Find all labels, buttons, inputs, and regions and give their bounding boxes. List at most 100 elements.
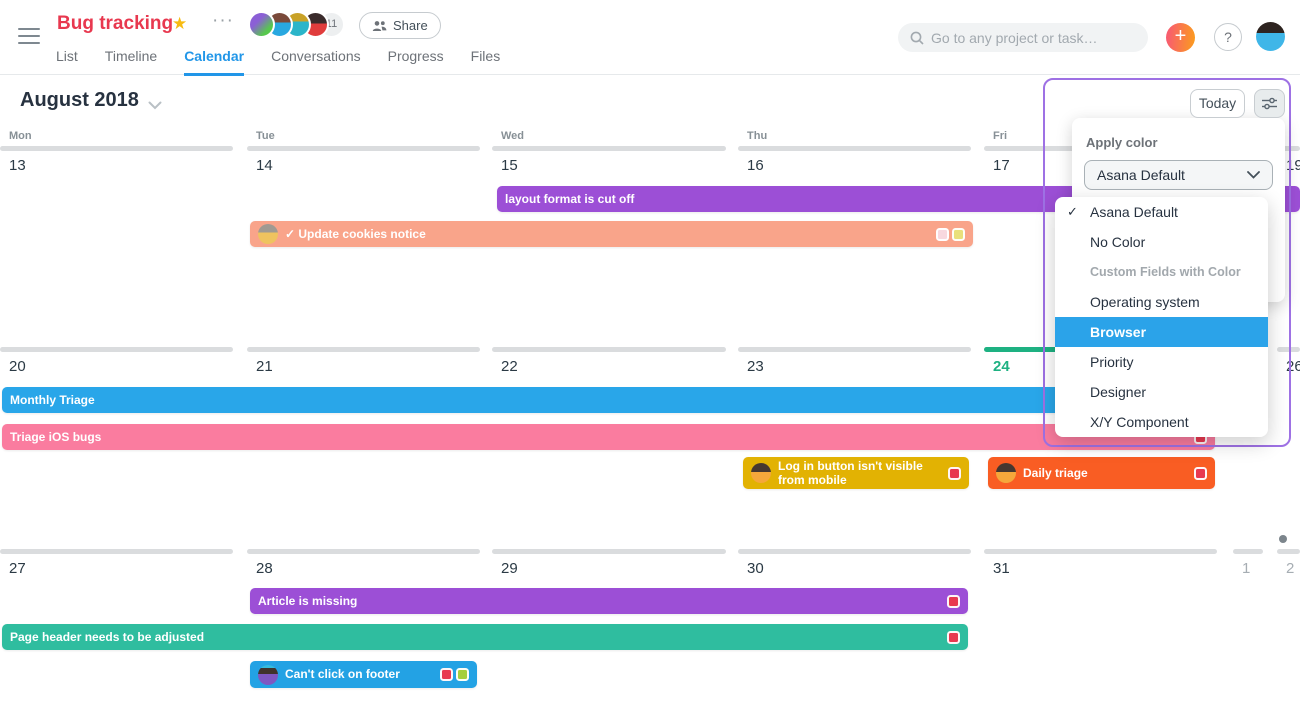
date-number[interactable]: 17: [993, 157, 1010, 174]
project-title: Bug tracking: [57, 13, 173, 35]
task-daily-triage[interactable]: Daily triage: [988, 457, 1215, 489]
date-number[interactable]: 24: [993, 358, 1010, 375]
task-label: ✓ Update cookies notice: [285, 227, 929, 241]
day-divider: [247, 347, 480, 352]
day-divider: [1277, 347, 1300, 352]
share-label: Share: [393, 18, 428, 33]
tab-progress[interactable]: Progress: [388, 48, 444, 76]
day-divider: [492, 146, 726, 151]
sidebar-menu-icon[interactable]: [18, 28, 40, 44]
assignee-avatar: [996, 463, 1016, 483]
custom-field-chip: [947, 595, 960, 608]
task-page-header[interactable]: Page header needs to be adjusted: [2, 624, 968, 650]
assignee-avatar: [258, 224, 278, 244]
user-avatar[interactable]: [1256, 22, 1285, 51]
share-button[interactable]: Share: [359, 12, 441, 39]
task-login-button[interactable]: Log in button isn't visible from mobile: [743, 457, 969, 489]
chevron-down-icon[interactable]: [148, 97, 162, 115]
custom-field-chip: [936, 228, 949, 241]
date-number[interactable]: 30: [747, 560, 764, 577]
date-number[interactable]: 26: [1286, 358, 1300, 375]
day-divider: [0, 347, 233, 352]
menu-item-label: Browser: [1090, 324, 1146, 340]
tab-conversations[interactable]: Conversations: [271, 48, 361, 76]
weekday-label: Mon: [9, 130, 32, 142]
task-cant-click[interactable]: Can't click on footer: [250, 661, 477, 688]
tab-calendar[interactable]: Calendar: [184, 48, 244, 76]
date-number[interactable]: 28: [256, 560, 273, 577]
day-divider: [1277, 549, 1300, 554]
task-monthly-triage[interactable]: Monthly Triage: [2, 387, 1213, 413]
day-divider: [738, 549, 971, 554]
menu-item-label: Priority: [1090, 354, 1134, 370]
scrollbar-dot[interactable]: [1279, 535, 1287, 543]
task-label: Page header needs to be adjusted: [10, 630, 940, 644]
chevron-down-icon: [1247, 171, 1260, 179]
more-options-icon[interactable]: ···: [212, 10, 234, 32]
check-icon: ✓: [1067, 204, 1078, 220]
date-number[interactable]: 20: [9, 358, 26, 375]
search-input[interactable]: [931, 30, 1131, 46]
day-divider: [492, 347, 726, 352]
apply-color-label: Apply color: [1086, 135, 1158, 150]
task-label: Article is missing: [258, 594, 940, 608]
create-button[interactable]: +: [1166, 23, 1195, 52]
day-divider: [247, 549, 480, 554]
date-number[interactable]: 2: [1286, 560, 1294, 577]
favorite-star-icon[interactable]: ★: [172, 14, 187, 34]
menu-item-designer[interactable]: Designer: [1055, 377, 1268, 407]
menu-item-label: Asana Default: [1090, 204, 1178, 220]
custom-field-chip: [948, 467, 961, 480]
menu-item-asana-default[interactable]: ✓ Asana Default: [1055, 197, 1268, 227]
menu-item-label: Custom Fields with Color: [1090, 265, 1241, 279]
view-options-button[interactable]: [1254, 89, 1285, 118]
weekday-label: Tue: [256, 130, 275, 142]
date-number[interactable]: 29: [501, 560, 518, 577]
date-number[interactable]: 23: [747, 358, 764, 375]
menu-item-browser[interactable]: Browser: [1055, 317, 1268, 347]
task-update-cookies[interactable]: ✓ Update cookies notice: [250, 221, 973, 247]
day-divider: [738, 347, 971, 352]
menu-item-x-y-component[interactable]: X/Y Component: [1055, 407, 1268, 437]
day-divider: [0, 146, 233, 151]
today-button[interactable]: Today: [1190, 89, 1245, 118]
date-number[interactable]: 13: [9, 157, 26, 174]
task-triage-ios[interactable]: Triage iOS bugs: [2, 424, 1215, 450]
avatar[interactable]: [248, 11, 275, 38]
menu-item-priority[interactable]: Priority: [1055, 347, 1268, 377]
day-divider: [247, 146, 480, 151]
date-number[interactable]: 31: [993, 560, 1010, 577]
tab-timeline[interactable]: Timeline: [105, 48, 157, 76]
date-number[interactable]: 19: [1286, 157, 1300, 174]
color-select[interactable]: Asana Default: [1084, 160, 1273, 190]
month-title: August 2018: [20, 89, 139, 112]
menu-item-operating-system[interactable]: Operating system: [1055, 287, 1268, 317]
help-button[interactable]: ?: [1214, 23, 1242, 51]
menu-section-header: Custom Fields with Color: [1055, 257, 1268, 287]
menu-item-label: No Color: [1090, 234, 1145, 250]
date-number[interactable]: 27: [9, 560, 26, 577]
tab-files[interactable]: Files: [471, 48, 501, 76]
menu-item-label: X/Y Component: [1090, 414, 1189, 430]
task-label: Can't click on footer: [285, 667, 433, 681]
task-article-missing[interactable]: Article is missing: [250, 588, 968, 614]
custom-field-chip: [440, 668, 453, 681]
weekday-label: Wed: [501, 130, 524, 142]
date-number[interactable]: 14: [256, 157, 273, 174]
custom-field-chip: [1194, 467, 1207, 480]
weekday-label: Thu: [747, 130, 767, 142]
date-number[interactable]: 16: [747, 157, 764, 174]
task-label: Triage iOS bugs: [10, 430, 1187, 444]
date-number[interactable]: 21: [256, 358, 273, 375]
people-icon: [372, 20, 387, 32]
date-number[interactable]: 22: [501, 358, 518, 375]
color-dropdown-menu: ✓ Asana Default No Color Custom Fields with…: [1055, 197, 1268, 437]
search-bar[interactable]: [898, 23, 1148, 52]
tab-list[interactable]: List: [56, 48, 78, 76]
date-number[interactable]: 15: [501, 157, 518, 174]
top-bar: Bug tracking ★ ··· 11 Share + ? ListTime…: [0, 0, 1300, 75]
date-number[interactable]: 1: [1242, 560, 1250, 577]
menu-item-no-color[interactable]: No Color: [1055, 227, 1268, 257]
task-label: Log in button isn't visible from mobile: [778, 459, 941, 488]
weekday-label: Fri: [993, 130, 1007, 142]
